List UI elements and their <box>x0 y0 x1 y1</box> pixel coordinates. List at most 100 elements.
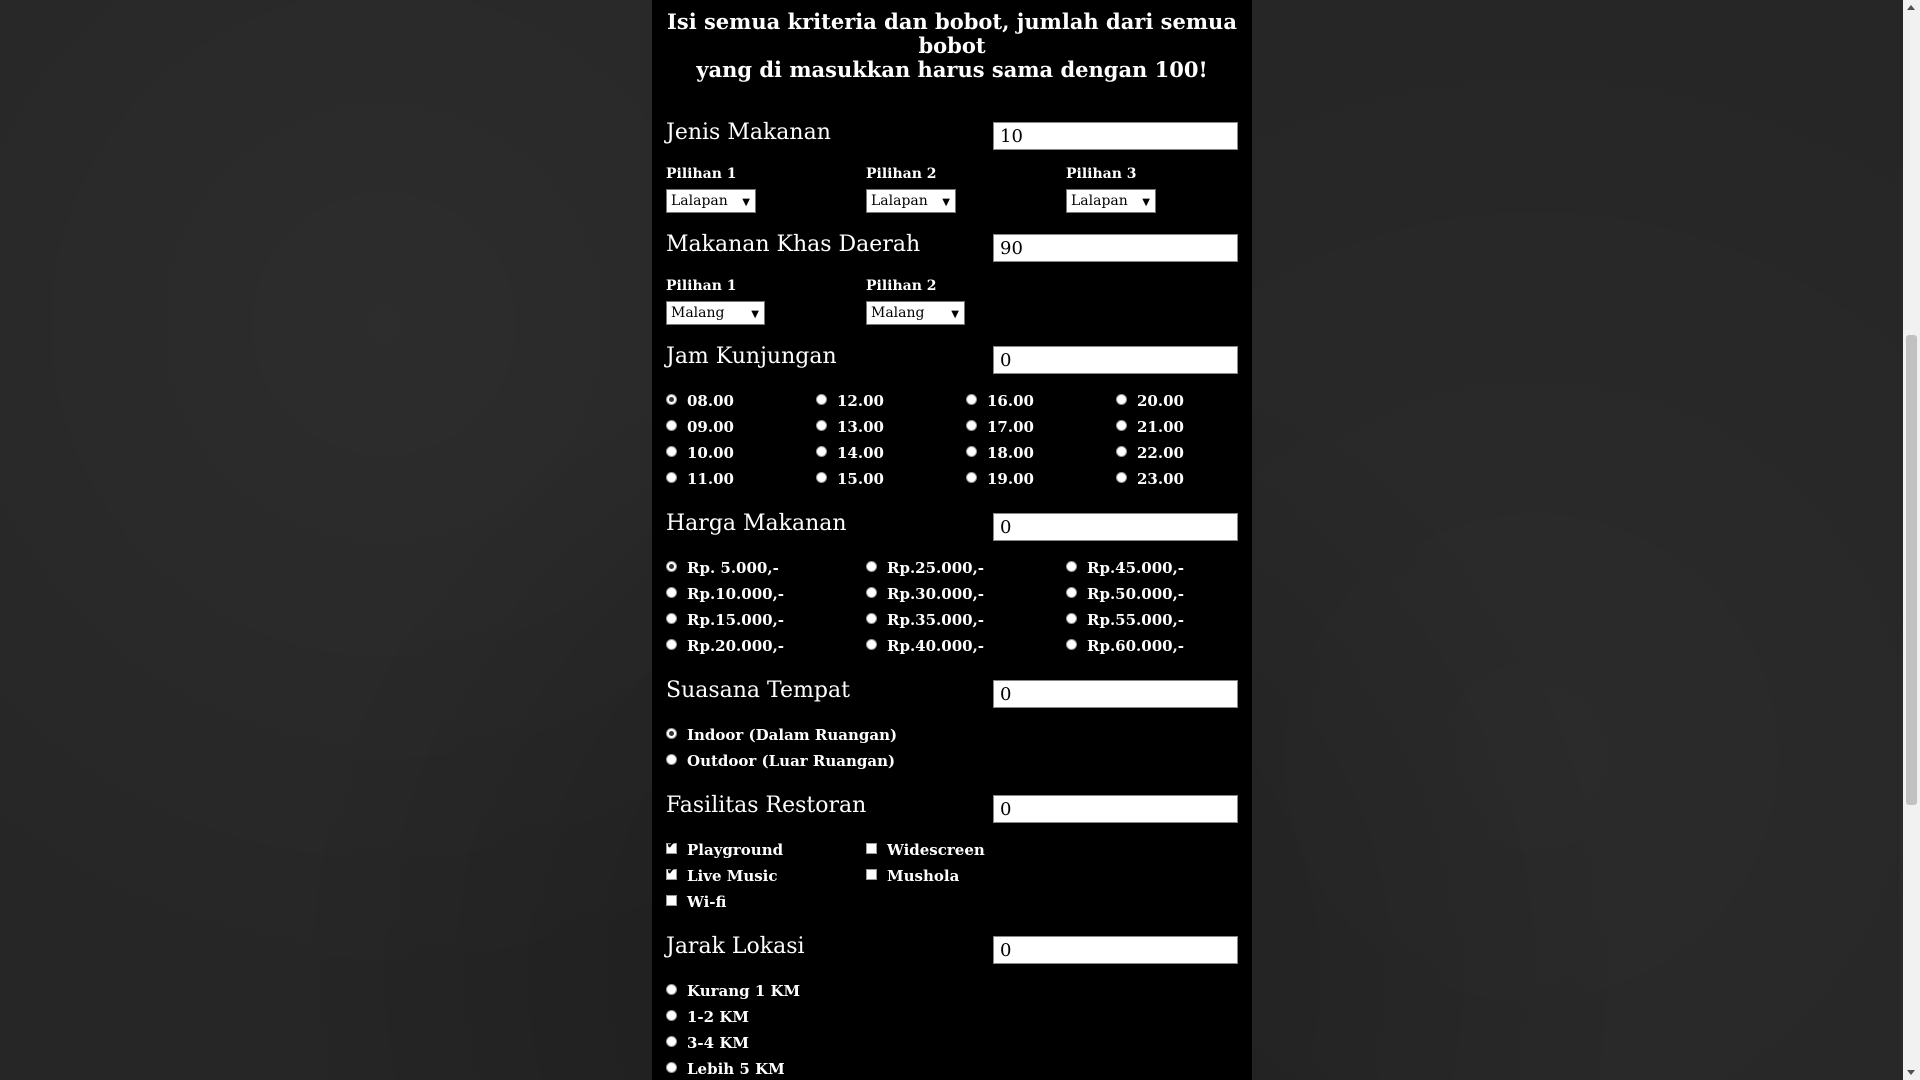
radio-button[interactable] <box>666 561 677 572</box>
radio-button[interactable] <box>966 472 977 483</box>
radio-button[interactable] <box>666 1036 677 1047</box>
weight-input-suasana-tempat[interactable] <box>993 680 1238 708</box>
radio-button[interactable] <box>866 587 877 598</box>
jarak-option-0[interactable]: Kurang 1 KM <box>666 984 800 999</box>
section-title-makanan-khas: Makanan Khas Daerah <box>666 232 921 257</box>
jenis-select-3[interactable]: Lalapan ▼ <box>1066 189 1156 213</box>
scroll-up-arrow-icon[interactable] <box>1907 5 1915 10</box>
page-scrollbar[interactable] <box>1903 0 1920 1080</box>
jam-option-23.00[interactable]: 23.00 <box>1116 472 1184 487</box>
jam-option-13.00[interactable]: 13.00 <box>816 418 884 436</box>
radio-button[interactable] <box>666 1062 677 1073</box>
radio-button[interactable] <box>816 472 827 483</box>
instruction-line-1: Isi semua kriteria dan bobot, jumlah dar… <box>667 9 1237 58</box>
radio-button[interactable] <box>1116 446 1127 457</box>
radio-button[interactable] <box>866 613 877 624</box>
radio-button[interactable] <box>1116 420 1127 431</box>
radio-button[interactable] <box>666 446 677 457</box>
jam-option-09.00[interactable]: 09.00 <box>666 418 734 436</box>
weight-input-jarak-lokasi[interactable] <box>993 936 1238 964</box>
radio-button[interactable] <box>966 394 977 405</box>
radio-button[interactable] <box>1066 639 1077 650</box>
harga-option-2[interactable]: Rp.15.000,- <box>666 613 784 628</box>
radio-button[interactable] <box>666 613 677 624</box>
weight-input-harga-makanan[interactable] <box>993 513 1238 541</box>
khas-select-2[interactable]: Malang ▼ <box>866 301 965 325</box>
jenis-select-1[interactable]: Lalapan ▼ <box>666 189 756 213</box>
fasilitas-option-1[interactable]: Live Music <box>666 866 778 884</box>
weight-input-jenis-makanan[interactable] <box>993 122 1238 150</box>
jenis-select-2[interactable]: Lalapan ▼ <box>866 189 956 213</box>
scrollbar-thumb[interactable] <box>1906 335 1917 805</box>
harga-option-10[interactable]: Rp.55.000,- <box>1066 613 1184 628</box>
radio-button[interactable] <box>816 420 827 431</box>
option-label: 13.00 <box>837 418 884 436</box>
harga-option-4[interactable]: Rp.25.000,- <box>866 561 984 576</box>
harga-option-5[interactable]: Rp.30.000,- <box>866 587 984 602</box>
radio-button[interactable] <box>1116 394 1127 405</box>
jam-option-15.00[interactable]: 15.00 <box>816 472 884 487</box>
radio-button[interactable] <box>666 420 677 431</box>
harga-option-8[interactable]: Rp.45.000,- <box>1066 559 1185 577</box>
checkbox[interactable] <box>866 869 877 880</box>
radio-button[interactable] <box>1116 472 1127 483</box>
checkbox[interactable] <box>866 843 877 854</box>
jam-option-11.00[interactable]: 11.00 <box>666 472 734 487</box>
radio-button[interactable] <box>1066 613 1077 624</box>
harga-option-1[interactable]: Rp.10.000,- <box>666 587 784 602</box>
khas-select-1[interactable]: Malang ▼ <box>666 301 765 325</box>
harga-option-11[interactable]: Rp.60.000,- <box>1066 639 1184 654</box>
jarak-option-2[interactable]: 3-4 KM <box>666 1036 749 1051</box>
harga-option-0[interactable]: Rp. 5.000,- <box>666 561 779 576</box>
radio-button[interactable] <box>966 446 977 457</box>
jam-option-19.00[interactable]: 19.00 <box>966 472 1034 487</box>
radio-button[interactable] <box>966 420 977 431</box>
radio-button[interactable] <box>816 446 827 457</box>
jam-option-08.00[interactable]: 08.00 <box>666 394 734 409</box>
radio-button[interactable] <box>1066 561 1077 572</box>
radio-button[interactable] <box>666 728 677 739</box>
suasana-option-1[interactable]: Outdoor (Luar Ruangan) <box>666 754 895 769</box>
option-label: 10.00 <box>687 444 734 462</box>
jam-option-20.00[interactable]: 20.00 <box>1116 394 1184 409</box>
jam-option-21.00[interactable]: 21.00 <box>1116 420 1184 435</box>
radio-button[interactable] <box>816 394 827 405</box>
jarak-option-3[interactable]: Lebih 5 KM <box>666 1062 785 1077</box>
radio-button[interactable] <box>666 754 677 765</box>
harga-option-9[interactable]: Rp.50.000,- <box>1066 587 1184 602</box>
radio-button[interactable] <box>666 587 677 598</box>
jam-option-12.00[interactable]: 12.00 <box>816 394 884 409</box>
radio-button[interactable] <box>666 472 677 483</box>
fasilitas-option-0[interactable]: Playground <box>666 840 783 858</box>
radio-button[interactable] <box>866 561 877 572</box>
scroll-down-arrow-icon[interactable] <box>1907 1070 1915 1075</box>
fasilitas-option-4[interactable]: Mushola <box>866 869 959 884</box>
jam-option-17.00[interactable]: 17.00 <box>966 420 1034 435</box>
radio-button[interactable] <box>666 1010 677 1021</box>
fasilitas-option-2[interactable]: Wi-fi <box>666 895 726 910</box>
radio-button[interactable] <box>666 639 677 650</box>
jarak-option-1[interactable]: 1-2 KM <box>666 1010 749 1025</box>
radio-button[interactable] <box>666 984 677 995</box>
harga-option-3[interactable]: Rp.20.000,- <box>666 639 784 654</box>
checkbox[interactable] <box>666 895 677 906</box>
radio-button[interactable] <box>666 394 677 405</box>
option-label: 09.00 <box>687 418 734 436</box>
checkbox[interactable] <box>666 840 677 854</box>
harga-option-6[interactable]: Rp.35.000,- <box>866 613 984 628</box>
weight-input-jam-kunjungan[interactable] <box>993 346 1238 374</box>
jam-option-16.00[interactable]: 16.00 <box>966 394 1034 409</box>
checkbox[interactable] <box>666 866 677 880</box>
fasilitas-option-3[interactable]: Widescreen <box>866 843 985 858</box>
option-label: Rp.45.000,- <box>1087 559 1185 577</box>
suasana-option-0[interactable]: Indoor (Dalam Ruangan) <box>666 728 897 743</box>
jam-option-18.00[interactable]: 18.00 <box>966 446 1034 461</box>
jam-option-14.00[interactable]: 14.00 <box>816 446 884 461</box>
radio-button[interactable] <box>866 639 877 650</box>
weight-input-makanan-khas[interactable] <box>993 234 1238 262</box>
radio-button[interactable] <box>1066 587 1077 598</box>
jam-option-22.00[interactable]: 22.00 <box>1116 446 1184 461</box>
weight-input-fasilitas-restoran[interactable] <box>993 795 1238 823</box>
jam-option-10.00[interactable]: 10.00 <box>666 444 734 462</box>
harga-option-7[interactable]: Rp.40.000,- <box>866 639 984 654</box>
